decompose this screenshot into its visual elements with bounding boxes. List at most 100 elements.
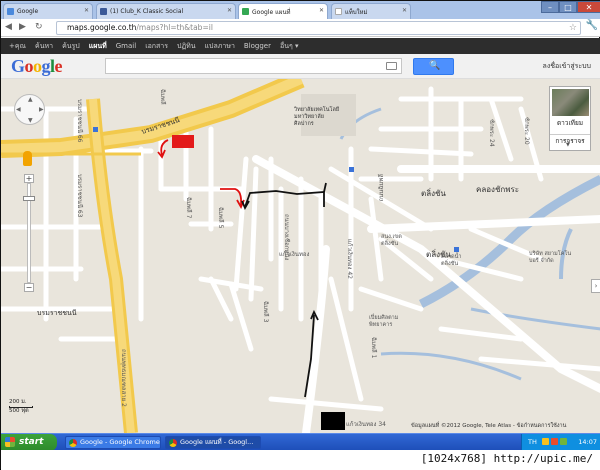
gbar-item-blogger[interactable]: Blogger [244,42,271,50]
label-soi-34[interactable]: แก้วเงินทอง 34 [346,419,386,429]
scale-imperial: 500 ฟุต [9,408,29,414]
clock[interactable]: 14:07 [578,434,597,450]
google-logo[interactable]: Google [11,56,63,77]
pan-control-icon[interactable]: ▲ ▼ ◀ ▶ [14,94,45,125]
gbar-item-images[interactable]: ค้นรูป [62,41,80,52]
map-copyright[interactable]: ข้อมูลแผนที่ ©2012 Google, Tele Atlas - … [411,422,566,430]
label-chimphli-road[interactable]: ถนนฉิมพลี [377,174,387,202]
station-icon [454,247,459,252]
forward-arrow-icon[interactable]: ▶ [19,22,26,32]
maximize-button[interactable]: □ [559,1,577,13]
gbar-item-gmail[interactable]: Gmail [116,42,136,50]
signin-link[interactable]: ลงชื่อเข้าสู่ระบบ [543,61,591,72]
close-tab-icon[interactable]: ✕ [319,7,324,14]
traffic-button[interactable]: การจราจร [550,134,590,150]
browser-toolbar: ◀ ▶ ↻ maps.google.co.th/maps?hl=th&tab=i… [1,19,600,37]
windows-taskbar: start Google - Google Chrome Google แผนท… [1,433,600,451]
label-district-office[interactable]: สนง.เขต ตลิ่งชัน [381,234,402,248]
keyboard-icon[interactable] [386,62,397,70]
task-label: Google - Google Chrome [80,438,160,446]
label-taling-chan-market[interactable]: ตลาดน้ำ ตลิ่งชัน [441,254,461,268]
map-canvas[interactable]: วิทยาลัยเทคโนโลยี มหาวิทยาลัย ศิลปากร ตล… [1,79,600,433]
close-tab-icon[interactable]: ✕ [402,7,407,14]
label-phutthamonthon-sai-2[interactable]: ถนนพุทธมณฑลสาย 2 [118,349,128,407]
upic-watermark: [1024x768] http://upic.me/ [420,452,593,465]
minimize-button[interactable]: – [541,1,559,13]
label-soi-5[interactable]: ฉิมพลี 5 [215,207,225,228]
bus-stop-icon [349,167,354,172]
satellite-thumbnail[interactable] [552,89,589,116]
collapse-panel-button[interactable]: › [591,279,600,293]
search-button[interactable]: 🔍 [413,58,454,75]
destination-marker [172,135,194,148]
task-label: Google แผนที่ - Googl... [180,438,254,446]
reload-icon[interactable]: ↻ [35,22,43,32]
maps-favicon-icon [242,8,249,15]
pan-right-icon[interactable]: ▶ [39,106,44,113]
start-button[interactable]: start [1,434,57,451]
label-bang-chueak-nang[interactable]: ถนนบางเชือกหนัง [281,214,291,260]
start-label: start [19,437,44,447]
windows-flag-icon [5,437,15,447]
facebook-favicon-icon [100,8,107,15]
label-taling-chan[interactable]: ตลิ่งชัน [421,187,446,200]
close-window-button[interactable]: ✕ [577,1,600,13]
blank-page-icon [335,8,342,15]
pan-left-icon[interactable]: ◀ [16,106,21,113]
label-company[interactable]: บริษัท สยามโคโน บอรี จำกัด [529,251,571,265]
map-type-control[interactable]: ดาวเทียม การจราจร ▼ [549,86,591,151]
tab-google[interactable]: Google ✕ [3,3,93,19]
tab-google-maps[interactable]: Google แผนที่ ✕ [238,3,328,19]
back-arrow-icon[interactable]: ◀ [5,22,12,32]
search-input[interactable] [105,58,402,74]
scale-bar [9,406,33,408]
zoom-out-button[interactable]: − [24,283,34,292]
security-icon[interactable] [551,438,558,445]
tab-label: Google [17,8,39,15]
gbar-item-more[interactable]: อื่นๆ ▾ [280,41,299,52]
canal-lower [380,351,522,381]
gbar-item-maps[interactable]: แผนที่ [89,41,107,52]
tab-label: แท็บใหม่ [345,8,368,16]
tab-new[interactable]: แท็บใหม่ ✕ [331,3,411,19]
gbar-item-docs[interactable]: เอกสาร [145,41,168,52]
zoom-slider-thumb[interactable] [23,196,35,201]
close-tab-icon[interactable]: ✕ [227,7,232,14]
zoom-in-button[interactable]: + [24,174,34,183]
network-icon[interactable] [542,438,549,445]
gbar-item-translate[interactable]: แปลภาษา [205,41,235,52]
chevron-down-icon[interactable]: ▼ [566,142,570,148]
pegman-icon[interactable] [23,151,32,166]
label-soi-42[interactable]: แก้วเงินทอง 42 [344,239,354,279]
satellite-label[interactable]: ดาวเทียม [550,118,590,128]
label-soi-chimphli[interactable]: ฉิมพลี [157,89,167,105]
taskbar-item-chrome[interactable]: Google - Google Chrome [65,436,161,449]
label-khlong-chak-phra[interactable]: คลองชักพระ [476,183,519,196]
close-tab-icon[interactable]: ✕ [84,7,89,14]
label-temple[interactable]: เปี่ยมศิลตาม พิทยาคาร [369,315,398,329]
label-chak-phra-20[interactable]: ชักพระ 20 [521,117,531,145]
label-chak-phra-24[interactable]: ชักพระ 24 [486,119,496,147]
language-indicator[interactable]: TH [528,438,537,446]
pan-up-icon[interactable]: ▲ [28,96,33,103]
gbar-item-plus-you[interactable]: +คุณ [9,41,26,52]
label-soi-3[interactable]: ฉิมพลี 3 [260,301,270,322]
star-icon[interactable]: ☆ [569,22,577,34]
label-soi-1[interactable]: ฉิมพลี 1 [368,337,378,358]
address-path: /maps?hl=th&tab=il [136,23,213,32]
label-silpakorn[interactable]: วิทยาลัยเทคโนโลยี มหาวิทยาลัย ศิลปากร [294,107,354,128]
gbar-item-search[interactable]: ค้นหา [35,41,53,52]
label-borommaratchachonnani-66[interactable]: บรมราชชนนี 66 [74,99,84,142]
volume-icon[interactable] [560,438,567,445]
window-buttons: – □ ✕ [541,1,600,15]
tab-club-k[interactable]: (1) Club_K Classic Social ✕ [96,3,236,19]
address-bar[interactable]: maps.google.co.th/maps?hl=th&tab=il ☆ [56,21,581,35]
label-borommaratchachonnani-63[interactable]: บรมราชชนนี 63 [74,174,84,217]
wrench-icon[interactable]: 🔧 [586,20,598,31]
label-soi-7[interactable]: ฉิมพลี 7 [183,197,193,218]
tray-icons [542,438,569,445]
label-borommaratchachonnani-bottom[interactable]: บรมราชชนนี [37,308,77,319]
taskbar-item-google-maps[interactable]: Google แผนที่ - Googl... [165,436,261,449]
pan-down-icon[interactable]: ▼ [28,117,33,124]
gbar-item-calendar[interactable]: ปฏิทิน [177,41,196,52]
